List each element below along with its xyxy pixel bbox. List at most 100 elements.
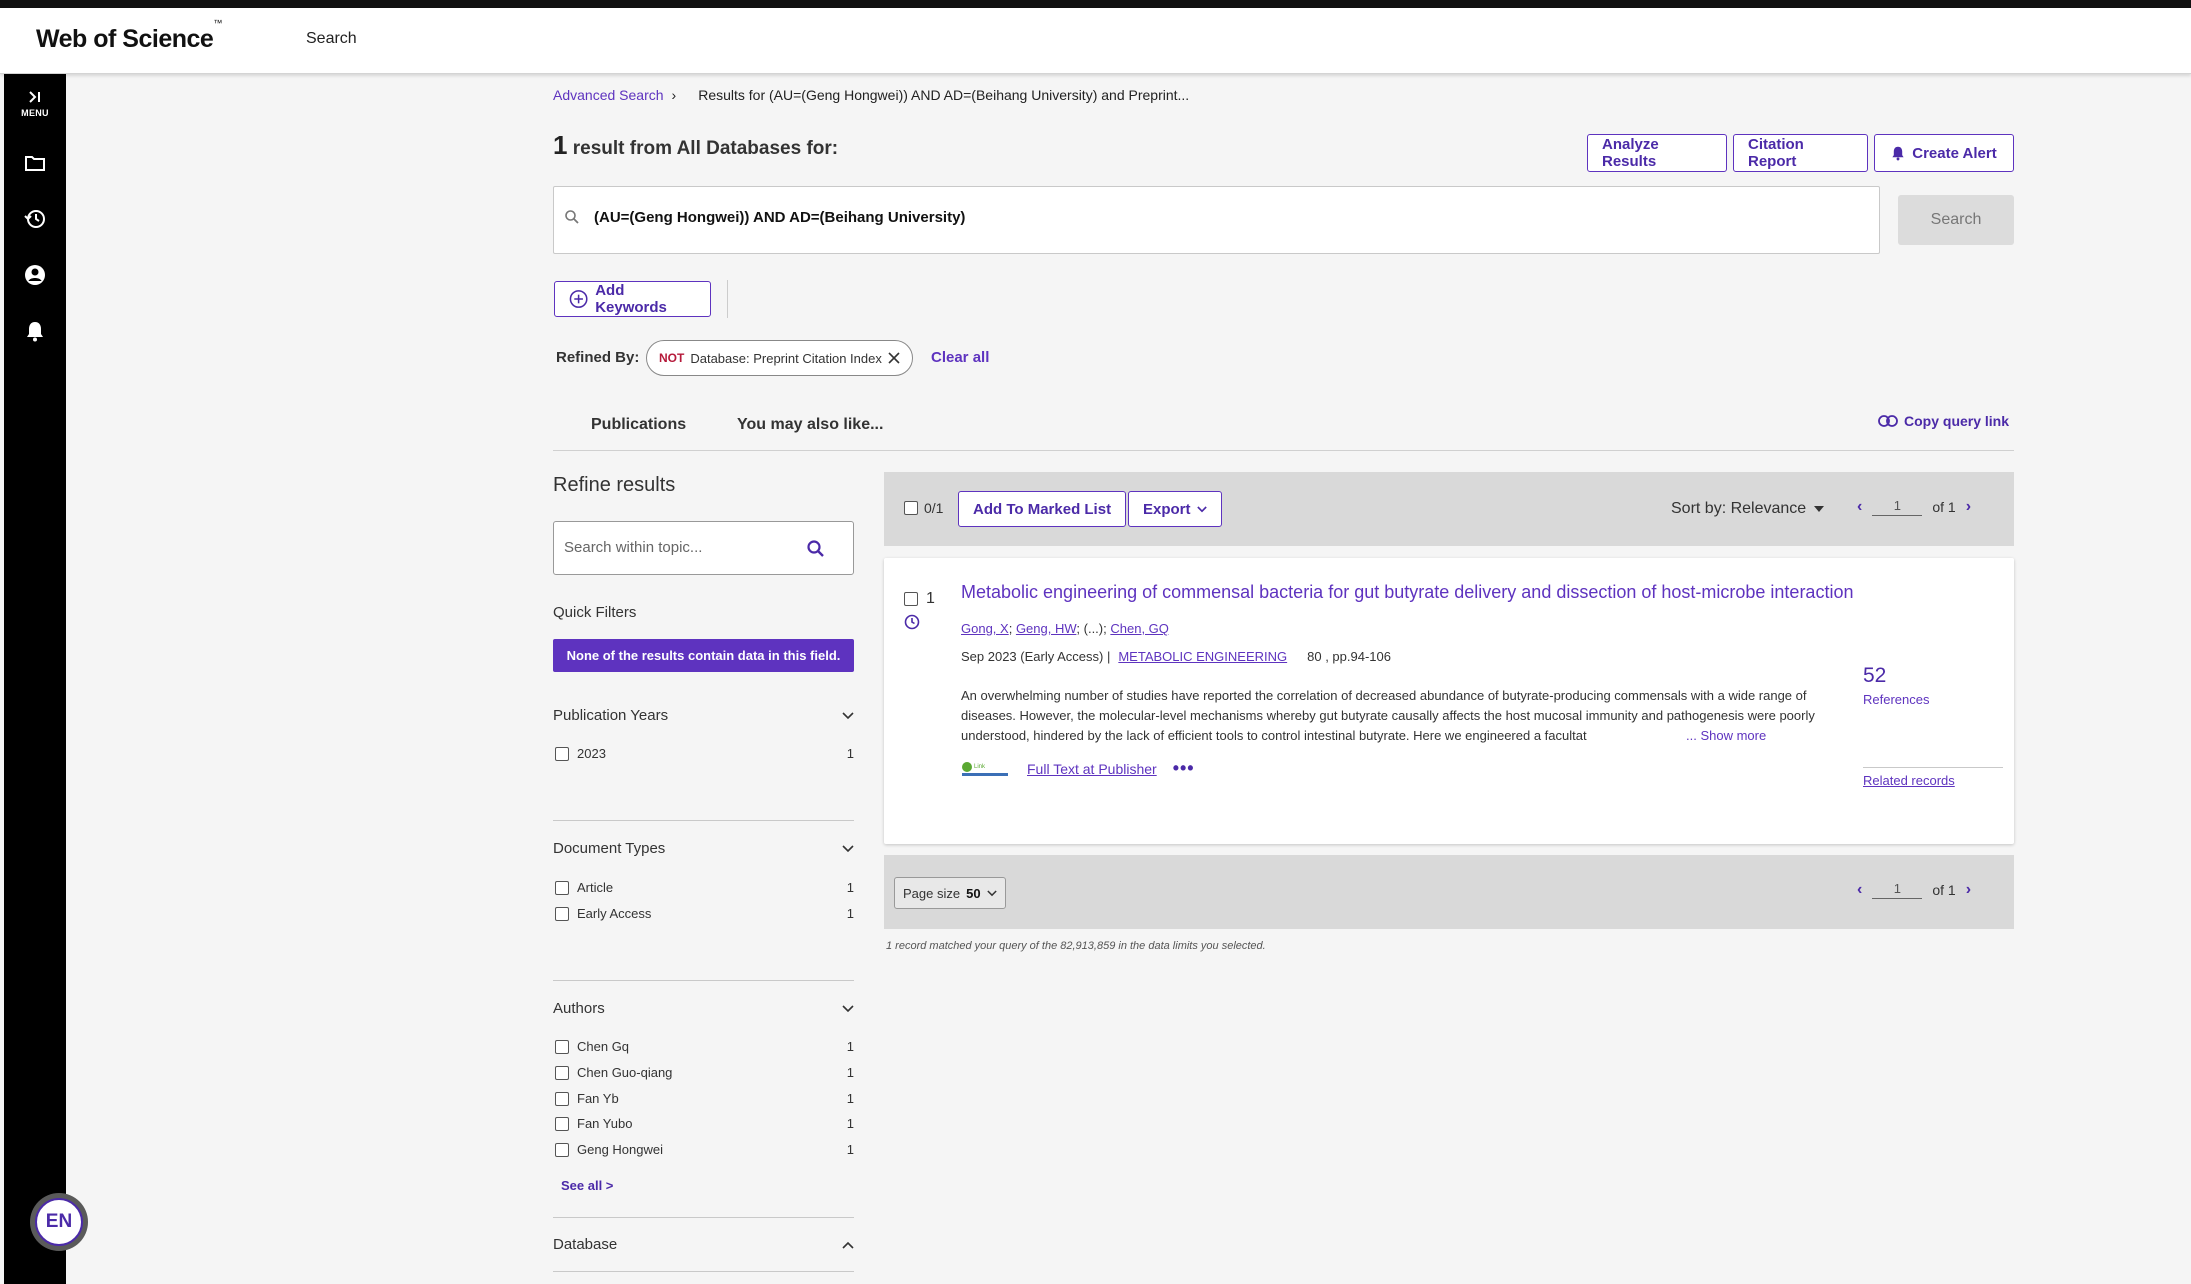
sidebar-item-profile[interactable] [4,264,66,286]
checkbox[interactable] [555,1065,569,1080]
sort-dropdown[interactable]: Sort by: Relevance [1671,500,1825,518]
authors-ellipsis[interactable]: (...) [1084,621,1104,636]
record-authors: Gong, X; Geng, HW; (...); Chen, GQ [961,621,1169,636]
checkbox[interactable] [555,906,569,921]
facet-item-author[interactable]: Fan Yb 1 [555,1091,854,1106]
top-pager: ‹ 1 of 1 › [1857,498,1971,516]
facet-publication-years[interactable]: Publication Years [553,707,854,724]
related-records-link[interactable]: Related records [1863,773,1955,788]
next-page-icon[interactable]: › [1966,881,1971,899]
facet-item-early-access[interactable]: Early Access 1 [555,906,854,921]
checkbox[interactable] [555,1039,569,1054]
next-page-icon[interactable]: › [1966,498,1971,516]
page-size-select[interactable]: Page size 50 [894,877,1006,909]
bell-icon [1892,146,1904,161]
tab-publications[interactable]: Publications [591,416,686,434]
header-search-link[interactable]: Search [306,30,357,48]
expand-menu-icon [29,91,40,103]
citation-report-button[interactable]: Citation Report [1733,134,1868,172]
export-button[interactable]: Export [1128,491,1222,527]
top-strip [0,0,2191,8]
checkbox[interactable] [555,1142,569,1157]
page-input[interactable]: 1 [1872,881,1923,899]
matched-records-note: 1 record matched your query of the 82,91… [886,940,1266,952]
facet-item-article[interactable]: Article 1 [555,880,854,895]
chip-not-label: NOT [659,351,685,365]
menu-toggle[interactable]: MENU [4,90,66,118]
facet-item-author[interactable]: Chen Guo-qiang 1 [555,1065,854,1080]
facet-divider [553,1217,854,1218]
prev-page-icon[interactable]: ‹ [1857,881,1862,899]
record-date: Sep 2023 (Early Access) | [961,649,1111,664]
facet-item-author[interactable]: Geng Hongwei 1 [555,1142,854,1157]
tabs-divider [553,450,2014,451]
create-alert-button[interactable]: Create Alert [1874,134,2014,172]
left-sidebar: MENU [4,74,66,1284]
facet-item-2023[interactable]: 2023 1 [555,746,854,761]
references-label[interactable]: References [1863,692,1929,707]
chevron-down-icon [986,889,997,896]
facet-item-author[interactable]: Chen Gq 1 [555,1039,854,1054]
close-icon[interactable] [888,352,900,364]
checkbox[interactable] [555,1091,569,1106]
prev-page-icon[interactable]: ‹ [1857,498,1862,516]
add-to-marked-list-button[interactable]: Add To Marked List [958,491,1127,527]
copy-query-link[interactable]: Copy query link [1878,413,2009,429]
filter-chip[interactable]: NOT Database: Preprint Citation Index [646,340,913,376]
breadcrumb-advanced-search[interactable]: Advanced Search [553,87,664,103]
show-more-link[interactable]: ... Show more [1686,728,1766,743]
more-options-icon[interactable]: ••• [1173,758,1195,779]
author-link[interactable]: Gong, X [961,621,1009,636]
facet-divider [553,1271,854,1272]
sidebar-item-alerts[interactable] [4,320,66,342]
page-of-label: of 1 [1932,499,1956,515]
early-access-clock-icon [904,614,920,630]
record-checkbox[interactable] [904,592,918,606]
language-label: EN [35,1198,83,1246]
clear-all-link[interactable]: Clear all [931,349,989,366]
page-input[interactable]: 1 [1872,498,1923,516]
sidebar-item-folder[interactable] [4,154,66,172]
chevron-down-icon [842,711,854,719]
select-all[interactable]: 0/1 [904,500,943,516]
refs-divider [1863,767,2003,768]
record-select[interactable]: 1 [904,590,935,608]
tab-you-may-also-like[interactable]: You may also like... [737,416,883,434]
author-link[interactable]: Chen, GQ [1110,621,1169,636]
record-source: Sep 2023 (Early Access) | METABOLIC ENGI… [961,649,1391,664]
result-count-heading: 1 result from All Databases for: [553,130,838,161]
wos-logo[interactable]: Web of Science™ [36,18,222,54]
caret-down-icon [1814,506,1825,512]
select-all-checkbox[interactable] [904,501,918,515]
facet-item-author[interactable]: Fan Yubo 1 [555,1116,854,1131]
analyze-results-button[interactable]: Analyze Results [1587,134,1727,172]
facet-authors[interactable]: Authors [553,1000,854,1017]
search-icon[interactable] [806,539,826,559]
checkbox[interactable] [555,746,569,761]
checkbox[interactable] [555,880,569,895]
linkout-logo-icon[interactable]: Link [961,760,1011,778]
refined-by-label: Refined By: [556,349,640,366]
journal-link[interactable]: METABOLIC ENGINEERING [1118,649,1287,664]
chevron-down-icon [842,1004,854,1012]
author-link[interactable]: Geng, HW [1016,621,1076,636]
facet-database[interactable]: Database [553,1236,854,1253]
record-links: Link Full Text at Publisher ••• [961,758,1195,779]
record-title-link[interactable]: Metabolic engineering of commensal bacte… [961,582,1853,603]
folder-icon [25,156,45,171]
breadcrumb: Advanced Search › Results for (AU=(Geng … [553,87,1189,103]
record-volume: 80 , pp.94-106 [1307,649,1391,664]
references-count[interactable]: 52 [1863,664,1886,688]
search-within-topic-input[interactable]: Search within topic... [553,521,854,575]
full-text-link[interactable]: Full Text at Publisher [1027,761,1157,777]
search-input[interactable]: (AU=(Geng Hongwei)) AND AD=(Beihang Univ… [553,186,1880,254]
sidebar-item-history[interactable] [4,208,66,230]
language-button[interactable]: EN [30,1193,88,1251]
checkbox[interactable] [555,1116,569,1131]
refine-results-title: Refine results [553,474,676,496]
search-button[interactable]: Search [1898,195,2014,245]
bell-icon [27,322,43,342]
facet-document-types[interactable]: Document Types [553,840,854,857]
add-keywords-button[interactable]: Add Keywords [554,281,711,317]
see-all-authors-link[interactable]: See all > [561,1178,613,1193]
